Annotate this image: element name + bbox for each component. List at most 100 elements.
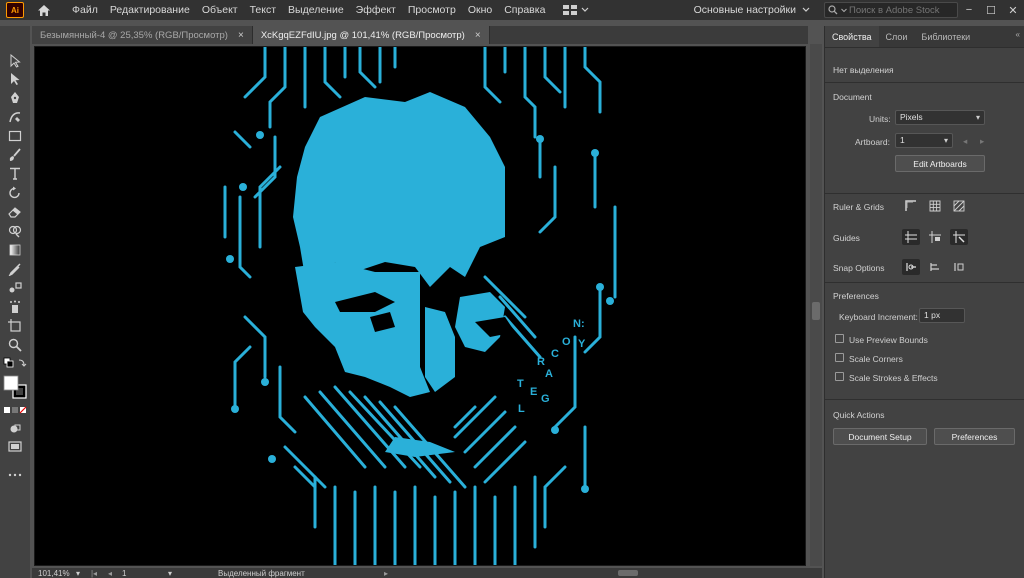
chevron-down-icon[interactable]: ▾ [168, 569, 178, 578]
close-window-button[interactable]: ✕ [1002, 0, 1024, 20]
vertical-scroll-thumb[interactable] [812, 302, 820, 320]
artboard-select[interactable]: 1 ▾ [895, 133, 953, 148]
scale-strokes-checkbox[interactable] [835, 372, 844, 381]
divider [825, 399, 1024, 400]
menu-help[interactable]: Справка [498, 0, 551, 20]
transparency-grid-icon[interactable] [950, 198, 968, 214]
use-preview-bounds-checkbox[interactable] [835, 334, 844, 343]
more-tools-icon[interactable] [6, 466, 24, 483]
menu-effect[interactable]: Эффект [350, 0, 402, 20]
selection-tool-icon[interactable] [6, 52, 24, 69]
workspace-switcher[interactable]: Основные настройки [688, 4, 816, 16]
maximize-button[interactable]: ☐ [980, 0, 1002, 20]
status-menu-icon[interactable]: ▸ [378, 569, 394, 578]
lock-guides-icon[interactable] [926, 229, 944, 245]
menu-window[interactable]: Окно [462, 0, 498, 20]
zoom-level[interactable]: 101,41% [32, 569, 76, 578]
blend-tool-icon[interactable] [6, 279, 24, 296]
previous-artboard-icon[interactable]: ◂ [102, 569, 118, 578]
horizontal-scroll-thumb[interactable] [618, 570, 638, 576]
status-state: Выделенный фрагмент [218, 568, 305, 578]
screen-mode-icon[interactable] [6, 438, 24, 455]
show-guides-icon[interactable] [902, 229, 920, 245]
default-swap-colors-icon[interactable] [2, 356, 28, 370]
tab-properties[interactable]: Свойства [825, 26, 879, 47]
tab-layers[interactable]: Слои [879, 26, 915, 47]
collapse-panel-icon[interactable]: « [1016, 30, 1020, 39]
pen-tool-icon[interactable] [6, 89, 24, 106]
tab-libraries[interactable]: Библиотеки [914, 26, 977, 47]
artwork-letter: C [551, 348, 559, 360]
properties-panel: Свойства Слои Библиотеки « Нет выделения… [824, 26, 1024, 578]
menu-object[interactable]: Объект [196, 0, 244, 20]
chevron-down-icon[interactable]: ▾ [76, 569, 86, 578]
snap-to-grid-icon[interactable] [926, 259, 944, 275]
units-select[interactable]: Pixels ▾ [895, 110, 985, 125]
keyboard-increment-label: Keyboard Increment: [839, 312, 918, 322]
minimize-button[interactable]: − [958, 0, 980, 20]
symbol-sprayer-tool-icon[interactable] [6, 298, 24, 315]
gradient-tool-icon[interactable] [6, 241, 24, 258]
color-mode-icons[interactable] [2, 404, 28, 416]
home-icon[interactable] [36, 2, 52, 18]
tab-untitled-4[interactable]: Безымянный-4 @ 25,35% (RGB/Просмотр) × [32, 26, 253, 44]
artboard-tool-icon[interactable] [6, 317, 24, 334]
ruler-icon[interactable] [902, 198, 920, 214]
artwork-letter: R [537, 356, 545, 368]
stock-search-input[interactable] [849, 4, 949, 16]
artwork-letter: Y [578, 338, 586, 350]
paintbrush-tool-icon[interactable] [6, 146, 24, 163]
canvas-area[interactable]: N: O C Y R A T E G L [32, 44, 808, 566]
menu-type[interactable]: Текст [244, 0, 282, 20]
snap-to-point-icon[interactable] [902, 259, 920, 275]
zoom-tool-icon[interactable] [6, 336, 24, 353]
snap-to-pixel-icon[interactable] [950, 259, 968, 275]
menu-view[interactable]: Просмотр [402, 0, 462, 20]
menu-select[interactable]: Выделение [282, 0, 350, 20]
document-tab-bar: Безымянный-4 @ 25,35% (RGB/Просмотр) × X… [32, 26, 808, 44]
type-tool-icon[interactable] [6, 165, 24, 182]
previous-artboard-icon[interactable]: ◂ [963, 136, 967, 147]
use-preview-bounds-label: Use Preview Bounds [849, 335, 928, 345]
draw-mode-icon[interactable] [6, 420, 24, 437]
close-tab-icon[interactable]: × [475, 30, 481, 41]
eyedropper-tool-icon[interactable] [6, 260, 24, 277]
document-section-title: Document [833, 92, 872, 102]
arrange-documents-button[interactable] [563, 5, 589, 15]
close-tab-icon[interactable]: × [238, 30, 244, 41]
keyboard-increment-input[interactable]: 1 px [919, 308, 965, 323]
document-setup-button[interactable]: Document Setup [833, 428, 927, 445]
menu-bar: Ai Файл Редактирование Объект Текст Выде… [0, 0, 1024, 20]
artboard-number[interactable]: 1 [118, 569, 168, 578]
selection-state: Нет выделения [833, 65, 894, 75]
stock-search-box[interactable] [824, 2, 958, 18]
artboard[interactable]: N: O C Y R A T E G L [34, 46, 806, 566]
tab-active-document[interactable]: XcKgqEZFdIU.jpg @ 101,41% (RGB/Просмотр)… [252, 26, 490, 44]
chevron-down-icon: ▾ [975, 113, 980, 122]
scale-corners-checkbox[interactable] [835, 353, 844, 362]
menu-edit[interactable]: Редактирование [104, 0, 196, 20]
fill-stroke-swatch[interactable] [2, 374, 28, 400]
vertical-scrollbar[interactable] [810, 44, 822, 566]
direct-selection-tool-icon[interactable] [6, 70, 24, 87]
illustrator-logo: Ai [6, 2, 24, 18]
menu-file[interactable]: Файл [66, 0, 104, 20]
rectangle-tool-icon[interactable] [6, 127, 24, 144]
artwork-letter: E [530, 386, 537, 398]
preferences-button[interactable]: Preferences [934, 428, 1015, 445]
artwork-letter: O [562, 336, 571, 348]
guides-label: Guides [833, 233, 860, 243]
divider [825, 193, 1024, 194]
rotate-tool-icon[interactable] [6, 184, 24, 201]
scale-corners-label: Scale Corners [849, 354, 903, 364]
chevron-down-icon [581, 7, 589, 12]
next-artboard-icon[interactable]: ▸ [980, 136, 984, 147]
curvature-tool-icon[interactable] [6, 108, 24, 125]
artwork-letter: L [518, 403, 525, 415]
smart-guides-icon[interactable] [950, 229, 968, 245]
shape-builder-tool-icon[interactable] [6, 222, 24, 239]
first-artboard-icon[interactable]: |◂ [86, 569, 102, 578]
grid-icon[interactable] [926, 198, 944, 214]
eraser-tool-icon[interactable] [6, 203, 24, 220]
edit-artboards-button[interactable]: Edit Artboards [895, 155, 985, 172]
